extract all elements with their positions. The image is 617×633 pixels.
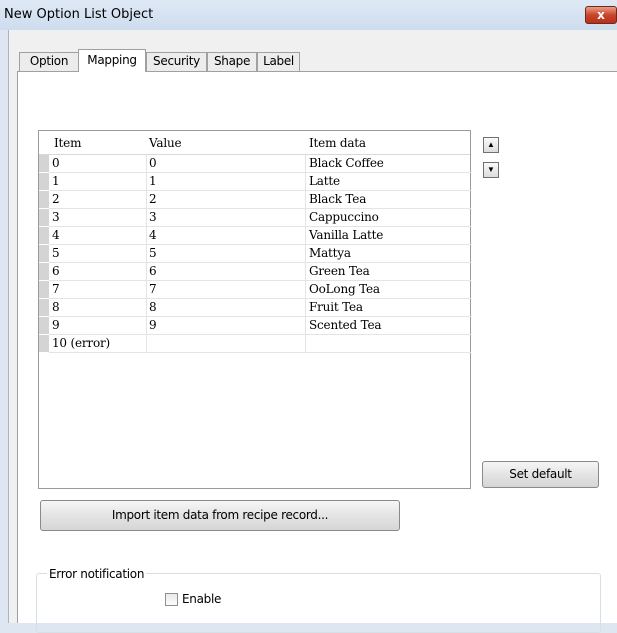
tab-label[interactable]: Label [257,52,300,71]
import-recipe-button[interactable]: Import item data from recipe record... [40,500,400,531]
table-row[interactable]: 1 1 Latte [39,173,471,191]
row-header[interactable] [39,245,49,262]
cell-item-data[interactable]: Vanilla Latte [306,227,471,245]
cell-value[interactable]: 5 [147,245,306,263]
table-row[interactable]: 5 5 Mattya [39,245,471,263]
cell-item[interactable]: 8 [49,299,147,317]
cell-value[interactable]: 0 [147,155,306,173]
cell-item-data[interactable] [306,335,471,353]
title-bar: New Option List Object x [0,0,617,30]
column-header-item[interactable]: Item [54,136,81,150]
table-row[interactable]: 7 7 OoLong Tea [39,281,471,299]
cell-value[interactable]: 2 [147,191,306,209]
cell-item[interactable]: 7 [49,281,147,299]
cell-value[interactable]: 9 [147,317,306,335]
tab-mapping[interactable]: Mapping [78,49,146,72]
cell-item-data[interactable]: Latte [306,173,471,191]
cell-item-data[interactable]: Black Coffee [306,155,471,173]
row-header[interactable] [39,155,49,172]
down-arrow-icon: ▼ [487,165,495,174]
tab-shape[interactable]: Shape [207,52,257,71]
table-row[interactable]: 2 2 Black Tea [39,191,471,209]
cell-item-data[interactable]: Green Tea [306,263,471,281]
cell-value[interactable]: 7 [147,281,306,299]
table-row[interactable]: 10 (error) [39,335,471,353]
window-title: New Option List Object [4,7,154,22]
cell-item-data[interactable]: Mattya [306,245,471,263]
table-row[interactable]: 0 0 Black Coffee [39,155,471,173]
move-up-button[interactable]: ▲ [483,137,499,153]
cell-item[interactable]: 0 [49,155,147,173]
row-header[interactable] [39,299,49,316]
cell-item-data[interactable]: OoLong Tea [306,281,471,299]
cell-value[interactable]: 6 [147,263,306,281]
row-header[interactable] [39,281,49,298]
mapping-grid[interactable]: Item Value Item data 0 0 Black Coffee 1 1 Lat… [38,130,471,489]
column-header-item-data[interactable]: Item data [309,136,366,150]
close-icon: x [597,8,605,22]
cell-item[interactable]: 4 [49,227,147,245]
cell-item-data[interactable]: Cappuccino [306,209,471,227]
row-header[interactable] [39,335,49,352]
cell-item[interactable]: 5 [49,245,147,263]
set-default-button[interactable]: Set default [482,461,599,488]
row-header[interactable] [39,317,49,334]
cell-item[interactable]: 2 [49,191,147,209]
close-button[interactable]: x [585,6,617,24]
tab-security[interactable]: Security [146,52,207,71]
cell-item-data[interactable]: Fruit Tea [306,299,471,317]
cell-item[interactable]: 6 [49,263,147,281]
cell-value[interactable]: 1 [147,173,306,191]
cell-item[interactable]: 1 [49,173,147,191]
cell-value[interactable]: 4 [147,227,306,245]
row-header[interactable] [39,263,49,280]
cell-value[interactable] [147,335,306,353]
table-row[interactable]: 8 8 Fruit Tea [39,299,471,317]
move-down-button[interactable]: ▼ [483,162,499,178]
cell-item-data[interactable]: Scented Tea [306,317,471,335]
column-header-value[interactable]: Value [149,136,182,150]
up-arrow-icon: ▲ [487,140,495,149]
error-notification-label: Error notification [47,567,147,581]
cell-value[interactable]: 3 [147,209,306,227]
enable-checkbox[interactable] [165,593,178,606]
enable-label[interactable]: Enable [182,592,221,606]
table-row[interactable]: 6 6 Green Tea [39,263,471,281]
tab-option-list[interactable]: Option list [19,52,79,85]
table-row[interactable]: 4 4 Vanilla Latte [39,227,471,245]
row-header[interactable] [39,191,49,208]
cell-item[interactable]: 10 (error) [49,335,147,353]
cell-item[interactable]: 9 [49,317,147,335]
row-header[interactable] [39,173,49,190]
cell-value[interactable]: 8 [147,299,306,317]
table-row[interactable]: 3 3 Cappuccino [39,209,471,227]
row-header[interactable] [39,227,49,244]
cell-item[interactable]: 3 [49,209,147,227]
table-row[interactable]: 9 9 Scented Tea [39,317,471,335]
grid-header: Item Value Item data [39,131,470,155]
error-notification-group [36,573,601,633]
cell-item-data[interactable]: Black Tea [306,191,471,209]
row-header[interactable] [39,209,49,226]
